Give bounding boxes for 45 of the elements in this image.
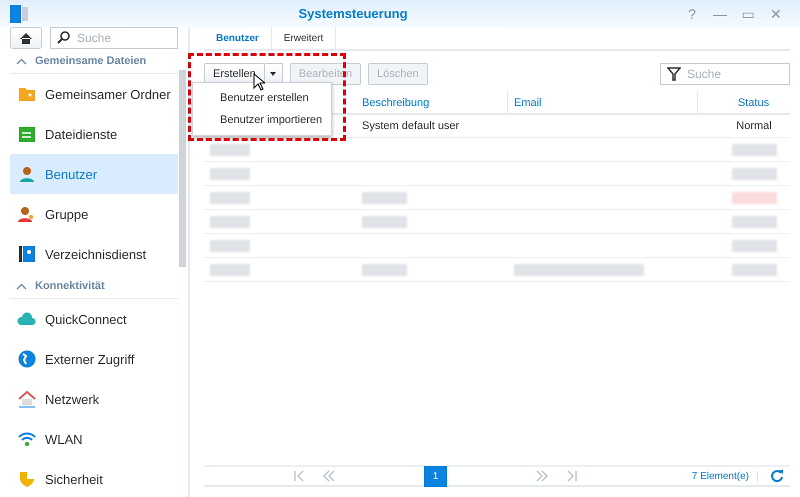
sidebar-item[interactable]: Gemeinsamer Ordner xyxy=(10,74,178,114)
sidebar-item[interactable]: Verzeichnisdienst xyxy=(10,234,178,274)
menu-item[interactable]: Benutzer erstellen xyxy=(193,87,331,109)
section-title: Gemeinsame Dateien xyxy=(35,55,146,67)
sidebar-item[interactable]: Dateidienste xyxy=(10,114,178,154)
next-page-icon xyxy=(536,470,548,482)
globe-icon xyxy=(17,349,37,369)
chevron-icon[interactable] xyxy=(16,282,27,290)
previous-page-icon xyxy=(323,470,335,482)
filter-field[interactable]: Suche xyxy=(660,63,790,85)
refresh-icon[interactable] xyxy=(770,469,784,483)
contact-book-icon xyxy=(17,244,37,264)
search-field[interactable]: Suche xyxy=(50,27,178,49)
user-icon xyxy=(17,164,37,184)
sidebar-item[interactable]: QuickConnect xyxy=(10,299,178,339)
sidebar-item[interactable]: WLAN xyxy=(10,419,178,459)
sidebar-item[interactable]: Gruppe xyxy=(10,194,178,234)
last-page-icon xyxy=(566,470,578,482)
search-icon xyxy=(57,31,70,44)
tab[interactable]: Erweitert xyxy=(272,27,336,49)
shield-icon xyxy=(17,469,37,489)
first-page-icon xyxy=(293,470,305,482)
window-title: Systemsteuerung xyxy=(297,6,409,21)
section-title: Konnektivität xyxy=(35,280,105,292)
item-count: 7 Element(e) xyxy=(692,470,758,482)
table-cell-text: System default user xyxy=(361,120,460,132)
chevron-icon[interactable] xyxy=(16,58,27,64)
table-cell-text: Normal xyxy=(735,120,773,132)
tab[interactable]: Benutzer xyxy=(204,27,272,49)
column-header[interactable]: Beschreibung xyxy=(356,91,508,113)
file-transfer-icon xyxy=(17,124,37,144)
column-header[interactable]: Status xyxy=(698,91,800,113)
page-button[interactable]: 1 xyxy=(424,466,447,486)
menu-item[interactable]: Benutzer importieren xyxy=(193,109,331,131)
sidebar-item[interactable]: Externer Zugriff xyxy=(10,339,178,379)
home-button[interactable] xyxy=(10,27,42,49)
house-icon xyxy=(17,389,37,409)
sidebar-item[interactable]: Netzwerk xyxy=(10,379,178,419)
filter-icon xyxy=(667,67,681,81)
scrollbar[interactable] xyxy=(179,70,186,267)
sidebar-item[interactable]: Sicherheit xyxy=(10,459,178,497)
home-icon xyxy=(19,32,33,44)
app-icon xyxy=(10,4,28,22)
caret-icon xyxy=(270,72,276,76)
column-header[interactable]: Email xyxy=(508,91,698,113)
